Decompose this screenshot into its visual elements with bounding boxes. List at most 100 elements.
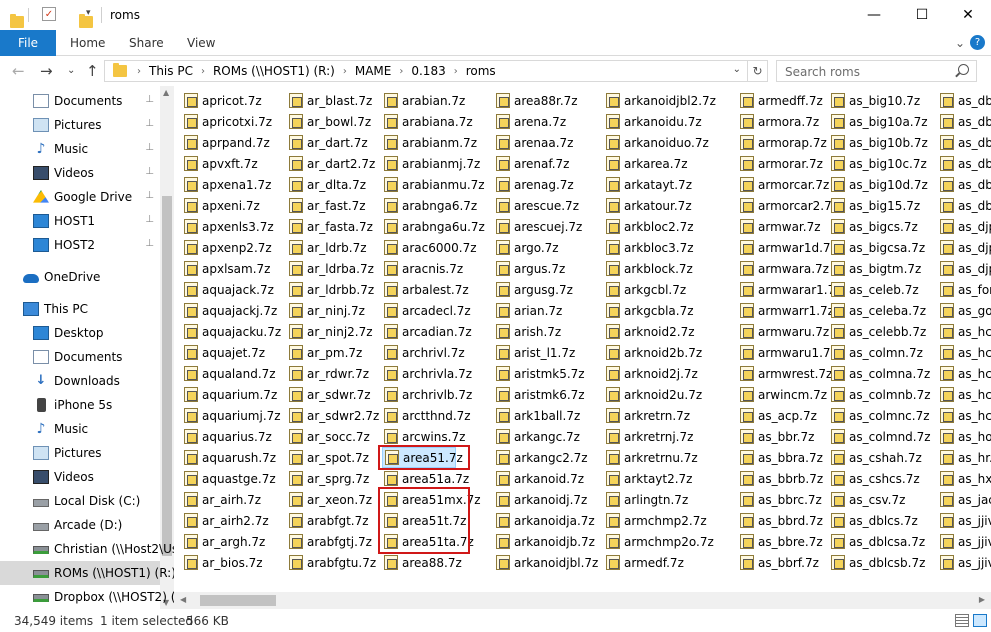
- file-item[interactable]: as_colmnd.7z: [829, 426, 931, 447]
- file-item[interactable]: as_djp: [938, 237, 991, 258]
- chevron-right-icon[interactable]: ›: [399, 66, 403, 77]
- file-item[interactable]: ar_dlta.7z: [287, 174, 366, 195]
- file-item[interactable]: as_big10a.7z: [829, 111, 928, 132]
- file-item[interactable]: arkblock.7z: [604, 258, 693, 279]
- file-item[interactable]: as_cshcs.7z: [829, 468, 920, 489]
- scroll-up-icon[interactable]: ▲: [163, 88, 169, 97]
- file-item[interactable]: aquarius.7z: [182, 426, 272, 447]
- nav-item-downloads[interactable]: ↓ Downloads: [0, 369, 160, 393]
- file-item[interactable]: armedf.7z: [604, 552, 684, 573]
- file-item[interactable]: arenaa.7z: [494, 132, 573, 153]
- file-item[interactable]: arknoid2j.7z: [604, 363, 698, 384]
- file-item[interactable]: as_hcc: [938, 405, 991, 426]
- chevron-right-icon[interactable]: ›: [137, 66, 141, 77]
- pin-icon[interactable]: ⊥: [145, 190, 154, 201]
- scroll-right-icon[interactable]: ▶: [979, 595, 985, 604]
- file-item[interactable]: armorcar2.7z: [738, 195, 838, 216]
- file-item[interactable]: aristmk5.7z: [494, 363, 585, 384]
- file-item[interactable]: armwarar1.7z: [738, 279, 842, 300]
- file-item[interactable]: as_hcb: [938, 363, 991, 384]
- file-item[interactable]: armora.7z: [738, 111, 819, 132]
- file-item[interactable]: as_bigcsa.7z: [829, 237, 925, 258]
- file-item[interactable]: arkretrnu.7z: [604, 447, 698, 468]
- address-dropdown[interactable]: ⌄: [733, 64, 741, 75]
- file-item[interactable]: ar_ldrb.7z: [287, 237, 367, 258]
- file-item[interactable]: arkanoidjbl.7z: [494, 552, 598, 573]
- pin-icon[interactable]: ⊥: [145, 238, 154, 249]
- file-item[interactable]: arknoid2u.7z: [604, 384, 702, 405]
- file-item[interactable]: as_dblcs.7z: [829, 510, 918, 531]
- file-item[interactable]: ar_fast.7z: [287, 195, 366, 216]
- file-item[interactable]: armwar.7z: [738, 216, 821, 237]
- file-item[interactable]: aprpand.7z: [182, 132, 270, 153]
- file-item[interactable]: as_bbre.7z: [738, 531, 823, 552]
- file-item[interactable]: arabnga6u.7z: [382, 216, 485, 237]
- file-item[interactable]: armwar1d.7z: [738, 237, 837, 258]
- file-item[interactable]: arknoid2b.7z: [604, 342, 702, 363]
- file-item[interactable]: arlingtn.7z: [604, 489, 688, 510]
- file-item[interactable]: arkanoidjb.7z: [494, 531, 595, 552]
- maximize-button[interactable]: ☐: [899, 0, 945, 30]
- search-icon[interactable]: [958, 64, 969, 75]
- file-item[interactable]: aqualand.7z: [182, 363, 276, 384]
- large-icons-view-icon[interactable]: [973, 614, 987, 627]
- file-item[interactable]: aquariumj.7z: [182, 405, 281, 426]
- file-item[interactable]: aquajackj.7z: [182, 300, 277, 321]
- file-item[interactable]: as_bbra.7z: [738, 447, 823, 468]
- file-item[interactable]: as_hxr: [938, 468, 991, 489]
- customize-toolbar-dropdown[interactable]: ▾: [86, 8, 91, 18]
- file-item[interactable]: arkanoidu.7z: [604, 111, 702, 132]
- file-item[interactable]: ark1ball.7z: [494, 405, 580, 426]
- file-item[interactable]: as_bbrd.7z: [738, 510, 823, 531]
- file-item[interactable]: ar_dart2.7z: [287, 153, 375, 174]
- file-item[interactable]: as_jjiv: [938, 531, 991, 552]
- file-item[interactable]: as_dbl: [938, 195, 991, 216]
- file-item[interactable]: as_celebb.7z: [829, 321, 926, 342]
- file-item[interactable]: arabfgtj.7z: [287, 531, 372, 552]
- nav-item-this-pc[interactable]: This PC: [0, 297, 160, 321]
- file-item[interactable]: arkanoidj.7z: [494, 489, 587, 510]
- file-item[interactable]: apvxft.7z: [182, 153, 258, 174]
- file-item[interactable]: as_dbl: [938, 132, 991, 153]
- file-item[interactable]: area88.7z: [382, 552, 462, 573]
- file-item[interactable]: as_bigtm.7z: [829, 258, 921, 279]
- file-item[interactable]: arktayt2.7z: [604, 468, 692, 489]
- file-item[interactable]: archrivla.7z: [382, 363, 472, 384]
- nav-scrollbar-thumb[interactable]: [162, 196, 172, 556]
- file-item[interactable]: area88r.7z: [494, 90, 578, 111]
- file-item[interactable]: as_hr.: [938, 447, 991, 468]
- file-item[interactable]: arkbloc2.7z: [604, 216, 694, 237]
- file-item[interactable]: ar_dart.7z: [287, 132, 368, 153]
- file-item[interactable]: arkretrn.7z: [604, 405, 690, 426]
- file-item[interactable]: arabianmj.7z: [382, 153, 480, 174]
- file-item[interactable]: armwaru.7z: [738, 321, 829, 342]
- properties-icon[interactable]: ✓: [42, 7, 56, 21]
- file-item[interactable]: arian.7z: [494, 300, 562, 321]
- file-item[interactable]: arabian.7z: [382, 90, 465, 111]
- file-item[interactable]: argus.7z: [494, 258, 565, 279]
- file-item[interactable]: area51a.7z: [382, 468, 469, 489]
- horizontal-scrollbar[interactable]: ◀ ▶: [174, 592, 991, 609]
- file-item[interactable]: as_hcc: [938, 384, 991, 405]
- file-item[interactable]: aquajet.7z: [182, 342, 265, 363]
- nav-item-host2[interactable]: HOST2 ⊥: [0, 233, 160, 257]
- file-item[interactable]: ar_argh.7z: [182, 531, 265, 552]
- file-item[interactable]: arabnga6.7z: [382, 195, 477, 216]
- nav-item-host1[interactable]: HOST1 ⊥: [0, 209, 160, 233]
- file-item[interactable]: as_for: [938, 279, 991, 300]
- nav-item-arcade-d[interactable]: Arcade (D:): [0, 513, 160, 537]
- file-item[interactable]: aracnis.7z: [382, 258, 463, 279]
- nav-pane-scrollbar[interactable]: ▲ ▼: [160, 86, 174, 609]
- up-button[interactable]: ↑: [86, 62, 99, 80]
- file-item[interactable]: arkatour.7z: [604, 195, 692, 216]
- nav-item-documents[interactable]: Documents: [0, 345, 160, 369]
- nav-item-pictures[interactable]: Pictures: [0, 441, 160, 465]
- file-item[interactable]: arwincm.7z: [738, 384, 827, 405]
- file-item[interactable]: as_acp.7z: [738, 405, 817, 426]
- scroll-left-icon[interactable]: ◀: [180, 595, 186, 604]
- file-item[interactable]: arist_l1.7z: [494, 342, 575, 363]
- file-item[interactable]: arkarea.7z: [604, 153, 688, 174]
- file-item[interactable]: apxeni.7z: [182, 195, 260, 216]
- horizontal-scrollbar-thumb[interactable]: [200, 595, 276, 606]
- file-item[interactable]: ar_socc.7z: [287, 426, 370, 447]
